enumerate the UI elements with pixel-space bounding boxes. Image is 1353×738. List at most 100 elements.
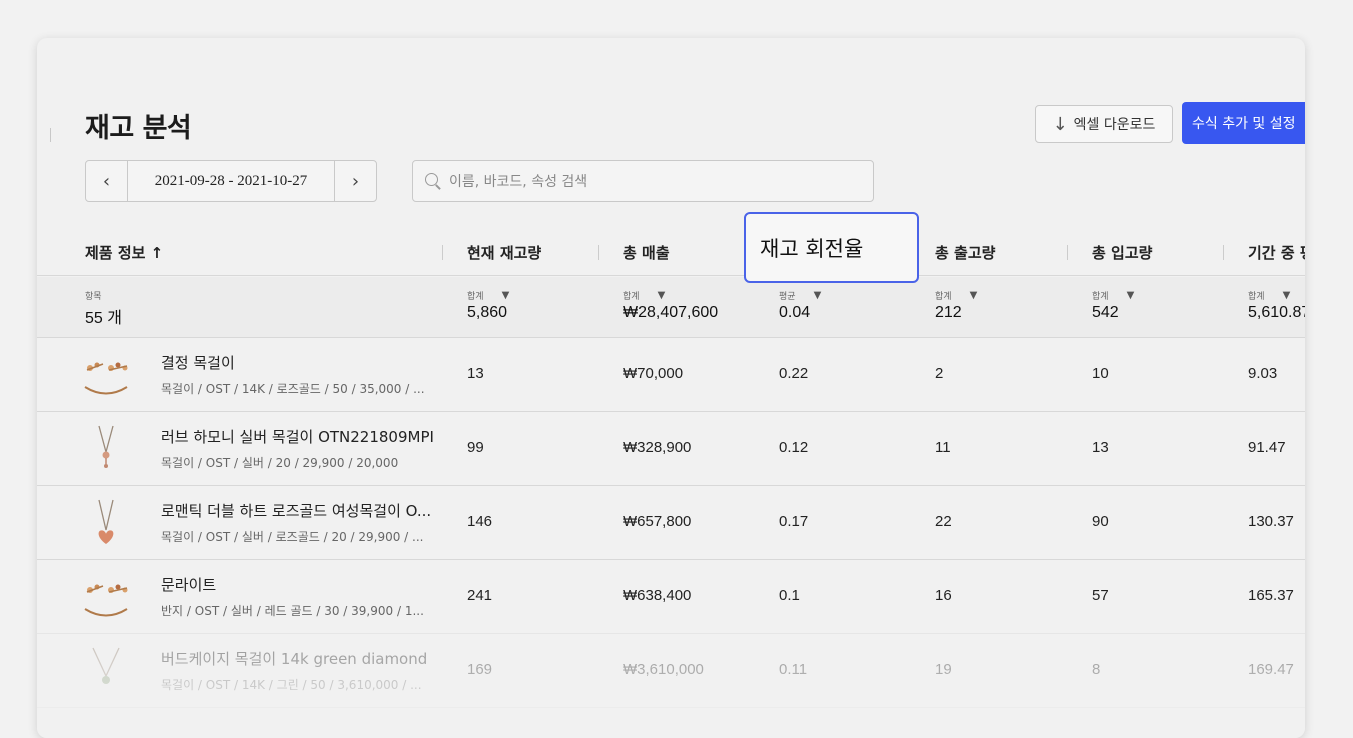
total-outbound-cell: 2 bbox=[935, 365, 944, 382]
current-stock-cell: 146 bbox=[467, 513, 493, 530]
column-divider[interactable] bbox=[1223, 245, 1224, 260]
column-header-total-outbound[interactable]: 총 출고량 bbox=[935, 228, 995, 276]
summary-sum-label: 합계 bbox=[1092, 291, 1109, 302]
column-divider[interactable] bbox=[598, 245, 599, 260]
necklace-icon bbox=[92, 647, 120, 684]
product-name[interactable]: 러브 하모니 실버 목걸이 OTN221809MPI bbox=[161, 426, 434, 447]
page-title: 재고 분석 bbox=[85, 113, 192, 144]
inventory-analysis-card: 재고 분석 ↓ 엑셀 다운로드 수식 추가 및 설정 ‹ 2021-09-28 … bbox=[37, 38, 1305, 738]
column-header-product-info[interactable]: 제품 정보 ↑ bbox=[85, 228, 163, 276]
total-outbound-cell: 11 bbox=[935, 439, 951, 456]
total-inbound-cell: 57 bbox=[1092, 587, 1109, 604]
total-sales-cell: ₩657,800 bbox=[623, 513, 692, 530]
search-icon bbox=[425, 173, 441, 189]
product-attributes: 목걸이 / OST / 실버 / 20 / 29,900 / 20,000 bbox=[161, 456, 399, 470]
search-input[interactable]: 이름, 바코드, 속성 검색 bbox=[412, 160, 874, 202]
table-row[interactable]: 로맨틱 더블 하트 로즈골드 여성목걸이 O... 목걸이 / OST / 실버… bbox=[37, 486, 1305, 560]
total-inbound-cell: 13 bbox=[1092, 439, 1109, 456]
summary-total-sales: 합계 ▼ ₩28,407,600 bbox=[623, 290, 718, 322]
total-inbound-cell: 8 bbox=[1092, 661, 1101, 678]
total-outbound-cell: 22 bbox=[935, 513, 952, 530]
column-header-current-stock[interactable]: 현재 재고량 bbox=[467, 228, 541, 276]
period-avg-cell: 165.37 bbox=[1248, 587, 1294, 604]
summary-sum-label: 합계 bbox=[1248, 291, 1265, 302]
summary-total-inbound: 합계 ▼ 542 bbox=[1092, 290, 1134, 322]
summary-items-value: 55 개 bbox=[85, 310, 122, 327]
excel-download-label: 엑셀 다운로드 bbox=[1073, 117, 1156, 133]
column-divider[interactable] bbox=[442, 245, 443, 260]
column-header-period-avg[interactable]: 기간 중 평 bbox=[1248, 228, 1305, 276]
prev-period-button[interactable]: ‹ bbox=[86, 161, 128, 201]
period-avg-cell: 130.37 bbox=[1248, 513, 1294, 530]
current-stock-cell: 169 bbox=[467, 661, 493, 678]
summary-items-label: 항목 bbox=[85, 291, 102, 302]
table-row[interactable]: 문라이트 반지 / OST / 실버 / 레드 골드 / 30 / 39,900… bbox=[37, 560, 1305, 634]
caret-down-icon[interactable]: ▼ bbox=[814, 290, 822, 301]
summary-current-stock: 합계 ▼ 5,860 bbox=[467, 290, 509, 322]
turnover-cell: 0.17 bbox=[779, 513, 809, 530]
excel-download-button[interactable]: ↓ 엑셀 다운로드 bbox=[1035, 105, 1173, 143]
summary-turnover: 평균 ▼ 0.04 bbox=[779, 290, 821, 322]
current-stock-cell: 241 bbox=[467, 587, 493, 604]
total-inbound-cell: 10 bbox=[1092, 365, 1109, 382]
chevron-right-icon: › bbox=[351, 170, 360, 192]
column-header-turnover: 재고 회전율 bbox=[760, 237, 864, 261]
table-row[interactable]: 결정 목걸이 목걸이 / OST / 14K / 로즈골드 / 50 / 35,… bbox=[37, 338, 1305, 412]
summary-sum-label: 합계 bbox=[623, 291, 640, 302]
bracelet-icon bbox=[84, 584, 128, 617]
turnover-cell: 0.22 bbox=[779, 365, 809, 382]
summary-total-outbound-value: 212 bbox=[935, 304, 962, 321]
summary-total-outbound: 합계 ▼ 212 bbox=[935, 290, 977, 322]
summary-period-avg: 합계 ▼ 5,610.87 bbox=[1248, 290, 1305, 322]
table-row[interactable]: 버드케이지 목걸이 14k green diamond 목걸이 / OST / … bbox=[37, 634, 1305, 708]
total-sales-cell: ₩3,610,000 bbox=[623, 661, 704, 678]
total-outbound-cell: 19 bbox=[935, 661, 952, 678]
divider bbox=[50, 128, 51, 142]
download-arrow-icon: ↓ bbox=[1052, 113, 1068, 135]
column-divider[interactable] bbox=[1067, 245, 1068, 260]
product-attributes: 목걸이 / OST / 14K / 로즈골드 / 50 / 35,000 / .… bbox=[161, 382, 425, 396]
product-name[interactable]: 문라이트 bbox=[161, 574, 216, 595]
caret-down-icon[interactable]: ▼ bbox=[502, 290, 510, 301]
search-placeholder: 이름, 바코드, 속성 검색 bbox=[449, 174, 588, 190]
summary-row: 항목 55 개 합계 ▼ 5,860 합계 ▼ ₩28,407,600 평균 ▼ 0.… bbox=[37, 277, 1305, 338]
total-outbound-cell: 16 bbox=[935, 587, 952, 604]
caret-down-icon[interactable]: ▼ bbox=[1127, 290, 1135, 301]
table-row[interactable]: 러브 하모니 실버 목걸이 OTN221809MPI 목걸이 / OST / 실… bbox=[37, 412, 1305, 486]
total-sales-cell: ₩328,900 bbox=[623, 439, 692, 456]
summary-turnover-value: 0.04 bbox=[779, 304, 811, 321]
product-name[interactable]: 결정 목걸이 bbox=[161, 352, 235, 373]
turnover-cell: 0.12 bbox=[779, 439, 809, 456]
turnover-cell: 0.1 bbox=[779, 587, 800, 604]
chevron-left-icon: ‹ bbox=[102, 170, 111, 192]
caret-down-icon[interactable]: ▼ bbox=[1283, 290, 1291, 301]
product-attributes: 반지 / OST / 실버 / 레드 골드 / 30 / 39,900 / 1.… bbox=[161, 604, 424, 618]
formula-settings-button[interactable]: 수식 추가 및 설정 bbox=[1182, 102, 1305, 144]
summary-period-avg-value: 5,610.87 bbox=[1248, 304, 1305, 321]
product-attributes: 목걸이 / OST / 실버 / 로즈골드 / 20 / 29,900 / ..… bbox=[161, 530, 424, 544]
summary-total-inbound-value: 542 bbox=[1092, 304, 1119, 321]
caret-down-icon[interactable]: ▼ bbox=[970, 290, 978, 301]
column-header-total-sales[interactable]: 총 매출 bbox=[623, 228, 670, 276]
total-sales-cell: ₩638,400 bbox=[623, 587, 692, 604]
column-header-turnover-highlight[interactable]: 재고 회전율 bbox=[744, 212, 919, 283]
period-avg-cell: 9.03 bbox=[1248, 365, 1278, 382]
heart-necklace-icon bbox=[98, 499, 114, 544]
bracelet-icon bbox=[84, 362, 128, 395]
table-header: 제품 정보 ↑ 현재 재고량 총 매출 총 출고량 총 입고량 기간 중 평 bbox=[37, 228, 1305, 276]
date-range-text[interactable]: 2021-09-28 - 2021-10-27 bbox=[128, 173, 334, 190]
date-range-picker: ‹ 2021-09-28 - 2021-10-27 › bbox=[85, 160, 377, 202]
next-period-button[interactable]: › bbox=[334, 161, 376, 201]
product-name[interactable]: 버드케이지 목걸이 14k green diamond bbox=[161, 648, 427, 669]
summary-avg-label: 평균 bbox=[779, 291, 796, 302]
turnover-cell: 0.11 bbox=[779, 661, 808, 678]
necklace-icon bbox=[98, 425, 114, 468]
product-name[interactable]: 로맨틱 더블 하트 로즈골드 여성목걸이 O... bbox=[161, 500, 431, 521]
current-stock-cell: 13 bbox=[467, 365, 484, 382]
summary-total-sales-value: ₩28,407,600 bbox=[623, 304, 719, 321]
column-header-total-inbound[interactable]: 총 입고량 bbox=[1092, 228, 1152, 276]
total-sales-cell: ₩70,000 bbox=[623, 365, 684, 382]
caret-down-icon[interactable]: ▼ bbox=[658, 290, 666, 301]
current-stock-cell: 99 bbox=[467, 439, 484, 456]
summary-sum-label: 합계 bbox=[467, 291, 484, 302]
